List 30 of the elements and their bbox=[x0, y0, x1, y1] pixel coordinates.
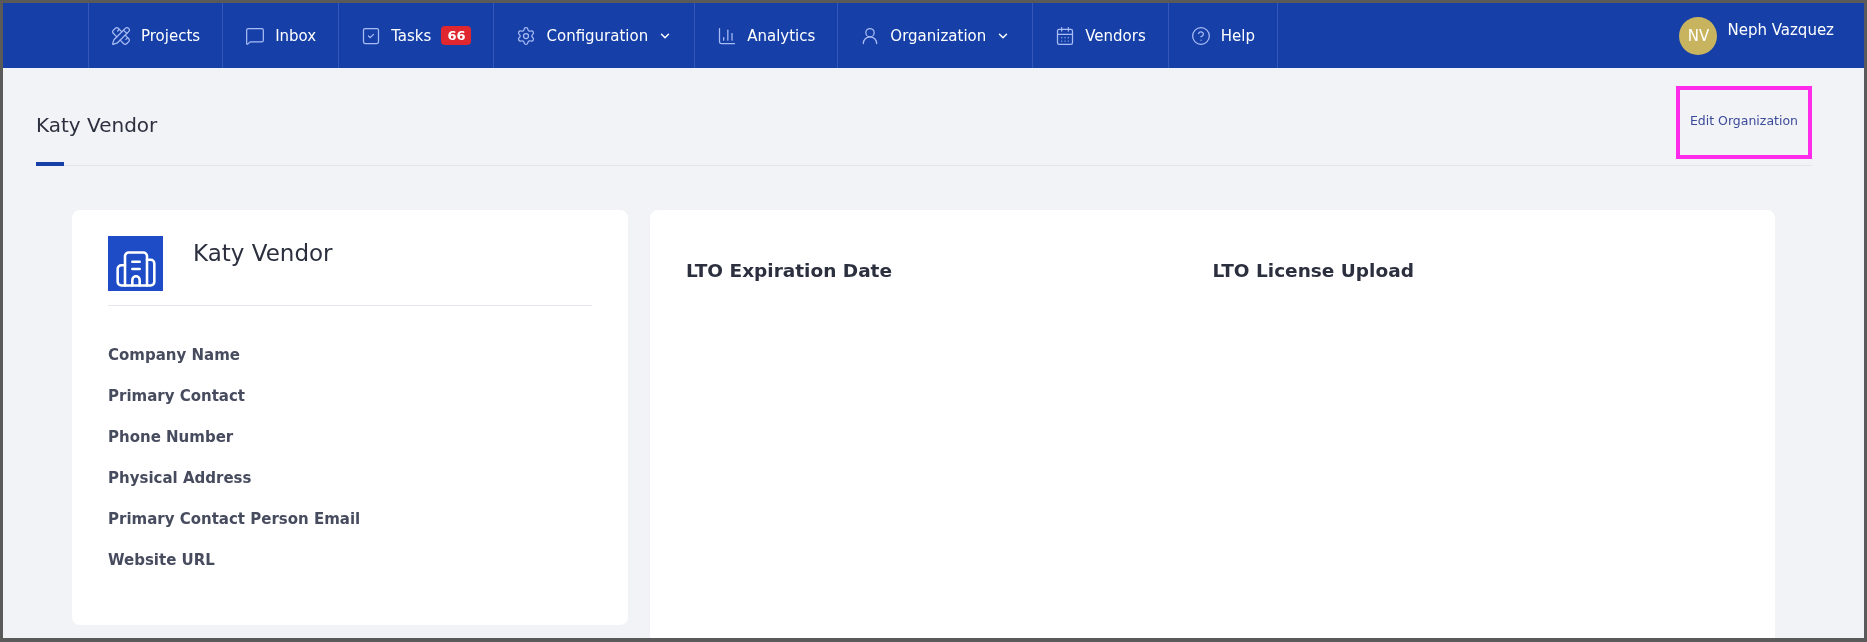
nav-item[interactable]: Projects bbox=[88, 3, 223, 68]
page-title: Katy Vendor bbox=[36, 112, 158, 137]
building-icon bbox=[108, 236, 163, 291]
pencil-ruler-icon bbox=[111, 25, 131, 46]
section-heading: LTO Expiration Date bbox=[686, 260, 893, 281]
user-name[interactable]: Neph Vazquez bbox=[1727, 21, 1834, 39]
section-heading: LTO License Upload bbox=[1212, 260, 1415, 281]
count-badge: 66 bbox=[441, 26, 472, 45]
nav-item[interactable]: Configuration bbox=[493, 3, 695, 68]
edit-organization-link[interactable]: Edit Organization bbox=[1689, 112, 1798, 128]
field-label: Phone Number bbox=[108, 428, 235, 446]
checkbox-icon bbox=[361, 25, 382, 46]
nav-item[interactable]: Vendors bbox=[1032, 3, 1168, 68]
organization-name: Katy Vendor bbox=[193, 239, 333, 268]
field-label: Primary Contact bbox=[108, 387, 247, 405]
calendar-icon bbox=[1055, 25, 1076, 46]
nav-item[interactable]: Organization bbox=[837, 3, 1033, 68]
field-label: Primary Contact Person Email bbox=[108, 510, 362, 528]
nav-item[interactable]: Analytics bbox=[694, 3, 838, 68]
help-icon bbox=[1190, 25, 1211, 46]
bar-chart-icon bbox=[717, 25, 738, 46]
field-label: Company Name bbox=[108, 346, 241, 364]
field-label: Physical Address bbox=[108, 469, 253, 487]
settings-icon bbox=[516, 25, 537, 46]
nav-item[interactable]: Tasks 66 bbox=[338, 3, 494, 68]
nav-item[interactable]: Inbox bbox=[222, 3, 339, 68]
nav-item[interactable]: Help bbox=[1167, 3, 1278, 68]
active-tab-indicator bbox=[36, 162, 64, 166]
field-label: Website URL bbox=[108, 551, 216, 569]
chat-bubble-icon bbox=[245, 25, 266, 46]
